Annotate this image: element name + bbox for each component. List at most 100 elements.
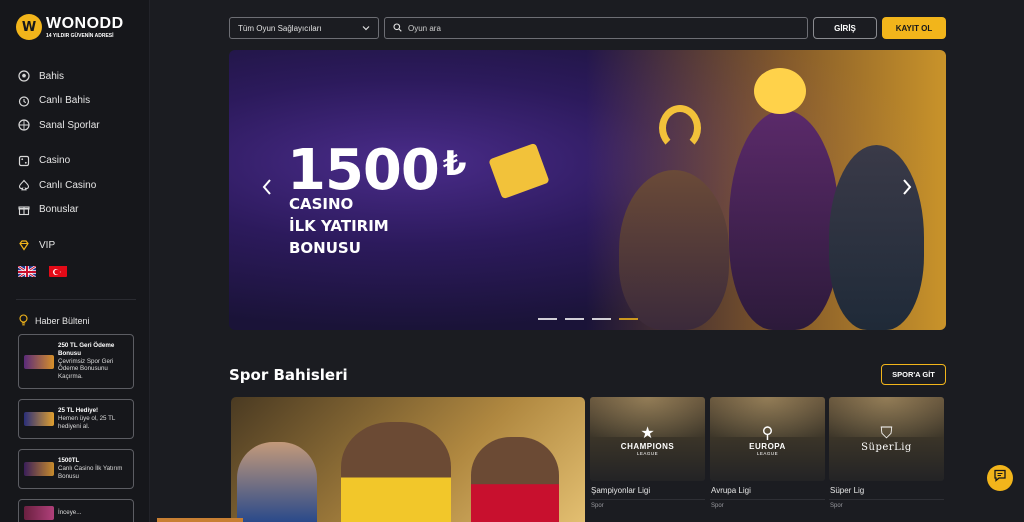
promo-thumbnail <box>24 462 54 476</box>
search-box[interactable] <box>384 17 808 39</box>
promo-title: 1500TL <box>58 457 80 465</box>
promo-text: Çevrimsiz Spor Geri Ödeme Bonusunu Kaçır… <box>58 357 114 381</box>
sidebar-item-label: Sanal Sporlar <box>39 119 100 131</box>
sidebar-item-bahis[interactable]: Bahis <box>18 64 142 89</box>
gift-icon <box>18 204 30 216</box>
sidebar-item-vip[interactable]: VIP <box>18 233 142 258</box>
promo-text: İnceye... <box>58 509 82 517</box>
hero-banner[interactable]: 1500 ₺ CASINO İLK YATIRIM BONUSU <box>229 50 946 330</box>
featured-sports-card[interactable] <box>231 397 585 522</box>
sidebar-item-canli-casino[interactable]: Canlı Casino <box>18 173 142 198</box>
banner-line-1: CASINO <box>289 195 354 213</box>
diamond-icon <box>18 239 30 251</box>
league-card-europa[interactable]: ⚲ EUROPA LEAGUE Avrupa Ligi Spor <box>710 397 825 522</box>
sidebar-item-label: VIP <box>39 239 56 251</box>
search-icon <box>393 19 402 37</box>
athlete-tennis <box>237 442 317 522</box>
logo[interactable]: W WONODD 14 YILDIR GÜVENİN ADRESİ <box>16 14 124 40</box>
league-category: Spor <box>711 503 724 509</box>
promo-title: 250 TL Geri Ödeme Bonusu <box>58 342 115 357</box>
league-card-champions[interactable]: ★ CHAMPIONS LEAGUE Şampiyonlar Ligi Spor <box>590 397 705 522</box>
banner-amount-value: 1500 <box>287 138 440 203</box>
language-flags <box>18 265 67 277</box>
league-card-super-lig[interactable]: ⛉ SüperLig Süper Lig Spor <box>829 397 944 522</box>
league-image: ⚲ EUROPA LEAGUE <box>710 397 825 481</box>
league-wordmark: EUROPA <box>749 441 786 451</box>
banner-prev-arrow[interactable] <box>260 176 274 198</box>
banner-coin <box>754 68 806 114</box>
banner-character-magician <box>619 170 729 330</box>
promo-card[interactable]: İnceye... <box>18 499 134 522</box>
sidebar-item-sanal-sporlar[interactable]: Sanal Sporlar <box>18 113 142 138</box>
sidebar-divider <box>16 299 136 300</box>
chat-button[interactable] <box>987 465 1013 491</box>
promo-card[interactable]: 250 TL Geri Ödeme Bonusu Çevrimsiz Spor … <box>18 334 134 389</box>
league-image: ★ CHAMPIONS LEAGUE <box>590 397 705 481</box>
banner-dot-active[interactable] <box>619 318 638 320</box>
logo-tagline: 14 YILDIR GÜVENİN ADRESİ <box>46 32 114 39</box>
banner-line-3: BONUSU <box>289 239 361 257</box>
sidebar-item-bonuslar[interactable]: Bonuslar <box>18 198 142 223</box>
casino-chip-icon <box>18 155 30 167</box>
promo-text: Canlı Casino İlk Yatırım Bonusu <box>58 465 123 480</box>
sidebar-item-label: Bahis <box>39 70 65 82</box>
champions-league-icon: ★ <box>640 424 655 442</box>
promo-thumbnail <box>24 354 54 369</box>
league-name: Süper Lig <box>830 486 865 495</box>
section-title: Spor Bahisleri <box>229 366 348 384</box>
promo-thumbnail <box>24 412 54 426</box>
app-root: W WONODD 14 YILDIR GÜVENİN ADRESİ Bahis … <box>0 0 1024 522</box>
banner-next-arrow[interactable] <box>900 176 914 198</box>
sidebar: W WONODD 14 YILDIR GÜVENİN ADRESİ Bahis … <box>0 0 150 522</box>
virtual-sports-icon <box>18 119 30 131</box>
league-subtitle: LEAGUE <box>636 450 659 456</box>
provider-select-value: Tüm Oyun Sağlayıcıları <box>238 23 322 33</box>
athlete-basketball <box>341 422 451 522</box>
banner-dot[interactable] <box>538 318 557 320</box>
live-casino-icon <box>18 179 30 191</box>
banner-pagination <box>538 318 638 320</box>
europa-league-icon: ⚲ <box>761 424 774 442</box>
league-name: Şampiyonlar Ligi <box>591 486 651 495</box>
league-category: Spor <box>830 503 843 509</box>
banner-amount: 1500 ₺ <box>287 138 467 203</box>
banner-currency: ₺ <box>442 144 467 184</box>
banner-horseshoe <box>659 105 701 151</box>
promo-thumbnail <box>24 506 54 520</box>
lightbulb-icon <box>18 314 29 328</box>
sidebar-item-casino[interactable]: Casino <box>18 149 142 174</box>
go-to-sports-button[interactable]: SPOR'A GİT <box>881 364 946 385</box>
promo-card[interactable]: 25 TL Hediye! Hemen üye ol, 25 TL hediye… <box>18 399 134 439</box>
banner-dot[interactable] <box>592 318 611 320</box>
banner-line-2: İLK YATIRIM <box>289 217 389 235</box>
sidebar-nav: Bahis Canlı Bahis Sanal Sporlar Casino C… <box>18 64 142 258</box>
athlete-football <box>471 437 559 522</box>
banner-gold-shape <box>488 142 550 200</box>
newsletter-label: Haber Bülteni <box>35 316 90 326</box>
uk-flag-icon[interactable] <box>18 265 36 277</box>
banner-character-woman <box>729 110 839 330</box>
sidebar-item-label: Bonuslar <box>39 204 79 216</box>
promo-card[interactable]: 1500TL Canlı Casino İlk Yatırım Bonusu <box>18 449 134 489</box>
logo-mark: W <box>16 14 42 40</box>
super-lig-icon: ⛉ <box>880 425 893 442</box>
login-button[interactable]: GİRİŞ <box>813 17 877 39</box>
promo-title: 25 TL Hediye! <box>58 407 99 415</box>
banner-dot[interactable] <box>565 318 584 320</box>
league-image: ⛉ SüperLig <box>829 397 944 481</box>
sidebar-item-canli-bahis[interactable]: Canlı Bahis <box>18 89 142 114</box>
turkey-flag-icon[interactable] <box>49 265 67 277</box>
chat-icon <box>993 469 1007 487</box>
sidebar-item-label: Canlı Casino <box>39 179 97 191</box>
register-button[interactable]: KAYIT OL <box>882 17 946 39</box>
league-subtitle: LEAGUE <box>756 450 779 456</box>
stopwatch-icon <box>18 95 30 107</box>
provider-select[interactable]: Tüm Oyun Sağlayıcıları <box>229 17 379 39</box>
search-input[interactable] <box>408 23 788 33</box>
sidebar-item-label: Canlı Bahis <box>39 95 91 107</box>
soccer-ball-icon <box>18 70 30 82</box>
scroll-indicator <box>157 518 243 522</box>
banner-character-skeleton <box>829 145 924 330</box>
league-name: Avrupa Ligi <box>711 486 751 495</box>
logo-name: WONODD <box>46 14 124 32</box>
